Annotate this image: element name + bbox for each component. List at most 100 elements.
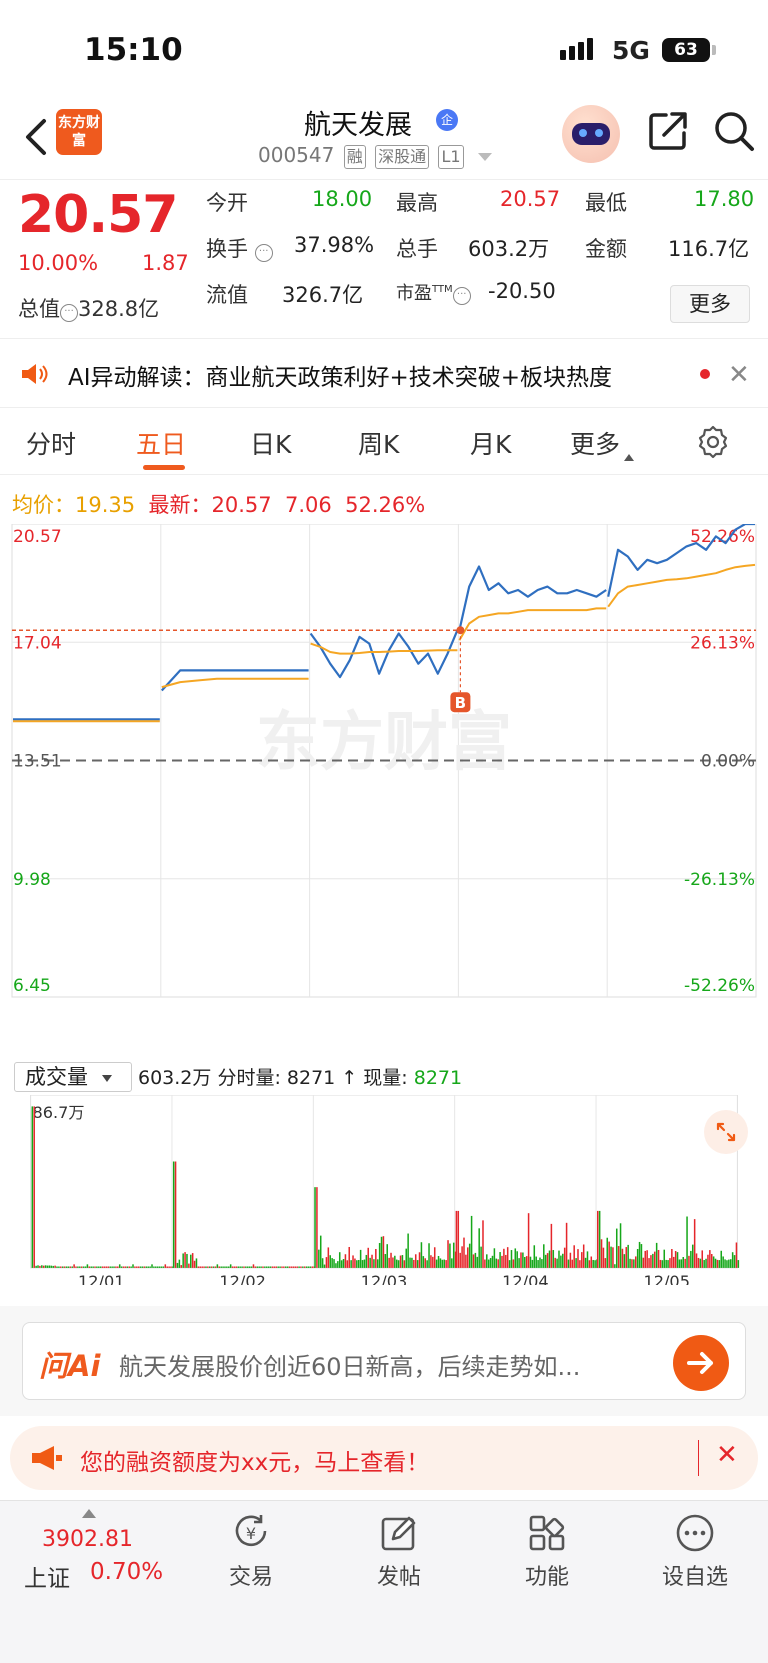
search-icon[interactable] xyxy=(712,109,756,153)
volume-bar xyxy=(646,1250,648,1268)
tab-weekly-k[interactable]: 周K xyxy=(358,425,399,461)
tag-margin: 融 xyxy=(343,145,366,169)
trade-button[interactable]: ¥ 交易 xyxy=(206,1511,296,1591)
back-icon[interactable] xyxy=(18,117,58,157)
volume-bar xyxy=(258,1266,260,1268)
change-percent: 10.00% xyxy=(18,251,99,275)
volume-bar xyxy=(139,1266,142,1268)
volume-bar xyxy=(728,1259,730,1268)
volume-bar xyxy=(480,1246,482,1268)
volume-bar xyxy=(487,1259,490,1268)
volume-bar xyxy=(273,1266,276,1268)
divider xyxy=(698,1440,699,1476)
volume-bar xyxy=(58,1266,60,1268)
more-dots-icon xyxy=(676,1514,714,1552)
post-button[interactable]: 发帖 xyxy=(354,1511,444,1591)
avg-label: 均价： xyxy=(12,493,75,517)
volume-bar xyxy=(541,1259,543,1268)
volume-bar xyxy=(218,1266,221,1268)
volume-bar xyxy=(420,1242,423,1268)
volume-bar xyxy=(621,1248,624,1268)
expand-icon[interactable] xyxy=(704,1110,748,1154)
five-day-price-chart[interactable]: 东方财富 20.57 17.04 13.51 9.98 6.45 52.26% 26.13% 0… xyxy=(0,524,768,1064)
volume-bar xyxy=(397,1260,400,1268)
tab-monthly-k[interactable]: 月K xyxy=(470,425,511,461)
margin-promo-banner[interactable]: 您的融资额度为xx元，马上查看！ ✕ xyxy=(10,1426,758,1490)
volume-bar xyxy=(707,1254,709,1268)
close-icon[interactable]: ✕ xyxy=(728,360,750,390)
volume-bar xyxy=(82,1266,85,1268)
volume-bar xyxy=(229,1264,232,1268)
volume-bar xyxy=(201,1266,203,1268)
volume-bar xyxy=(535,1256,537,1268)
volume-bar xyxy=(554,1257,556,1268)
share-icon[interactable] xyxy=(646,109,690,153)
index-name[interactable]: 上证 xyxy=(24,1559,70,1593)
volume-header: 成交量 603.2万 分时量: 8271 ↑ 现量: 8271 xyxy=(14,1062,462,1092)
info-icon[interactable]: ··· xyxy=(60,304,78,322)
volume-chart[interactable]: 86.7万 12/01 12/02 12/03 12/04 12/05 xyxy=(0,1095,768,1285)
volume-bar xyxy=(537,1260,539,1268)
average-line xyxy=(310,642,458,655)
volume-bar xyxy=(640,1244,643,1268)
x-axis-label: 12/03 xyxy=(361,1272,408,1285)
volume-bar xyxy=(153,1266,155,1268)
volume-bar xyxy=(266,1266,268,1268)
volume-bar xyxy=(96,1266,98,1268)
float-value: 326.7亿 xyxy=(282,283,364,307)
volume-bar xyxy=(634,1256,637,1268)
volume-bar xyxy=(37,1265,39,1268)
volume-bar xyxy=(182,1253,184,1268)
volume-bar xyxy=(256,1266,259,1268)
volume-bar xyxy=(309,1266,312,1268)
volume-bar xyxy=(432,1256,434,1268)
volume-bar xyxy=(151,1264,153,1268)
signal-icon xyxy=(560,38,596,60)
volume-bar xyxy=(356,1260,358,1268)
volume-bar xyxy=(158,1266,161,1268)
volume-bar xyxy=(676,1252,679,1268)
volume-bar xyxy=(548,1250,551,1268)
ai-assistant-avatar[interactable] xyxy=(562,105,620,163)
volume-bar xyxy=(279,1266,281,1268)
volume-bar xyxy=(699,1258,702,1268)
volume-bar xyxy=(716,1259,719,1268)
volume-bar xyxy=(388,1257,390,1268)
volume-indicator-select[interactable]: 成交量 xyxy=(14,1062,132,1092)
gear-icon[interactable] xyxy=(696,425,730,459)
more-button[interactable]: 更多 xyxy=(670,285,750,323)
ai-insight-banner[interactable]: AI异动解读：商业航天政策利好+技术突破+板块热度 ✕ xyxy=(0,340,768,408)
ask-ai-box[interactable]: 问Ai 航天发展股价创近60日新高，后续走势如... xyxy=(22,1322,746,1400)
volume-bar xyxy=(486,1254,488,1268)
arrow-right-icon[interactable] xyxy=(673,1335,729,1391)
bottom-toolbar: 3902.81 上证 0.70% ¥ 交易 发帖 功能 设自选 xyxy=(0,1500,768,1663)
volume-bar xyxy=(164,1264,167,1268)
features-button[interactable]: 功能 xyxy=(502,1511,592,1591)
tab-intraday[interactable]: 分时 xyxy=(26,425,76,461)
index-pct[interactable]: 0.70% xyxy=(90,1559,163,1585)
top-nav: 东方财富 航天发展 企 000547 融 深股通 L1 xyxy=(0,95,768,180)
close-icon[interactable]: ✕ xyxy=(716,1440,738,1470)
volume-bar xyxy=(285,1266,287,1268)
volume-bar xyxy=(720,1250,723,1268)
volume-bar xyxy=(701,1250,704,1268)
info-icon[interactable]: ··· xyxy=(254,244,273,262)
tab-five-day[interactable]: 五日 xyxy=(136,425,186,461)
tab-more[interactable]: 更多 xyxy=(570,425,635,461)
average-price-row: 均价：19.35 最新：20.57 7.06 52.26% xyxy=(12,489,425,519)
volume-bar xyxy=(395,1259,398,1268)
volume-bar xyxy=(214,1266,217,1268)
info-icon[interactable]: ··· xyxy=(452,287,471,305)
volume-bar xyxy=(461,1246,463,1268)
volume-bar xyxy=(602,1247,605,1268)
add-watchlist-button[interactable]: 设自选 xyxy=(650,1511,740,1591)
tab-daily-k[interactable]: 日K xyxy=(250,425,291,461)
index-value[interactable]: 3902.81 xyxy=(42,1527,133,1552)
volume-bar xyxy=(648,1258,650,1268)
volume-now-label: 现量: xyxy=(363,1067,408,1089)
volume-bar xyxy=(300,1266,302,1268)
volume-bar xyxy=(141,1266,144,1268)
volume-bar xyxy=(254,1266,257,1268)
app-logo: 东方财富 xyxy=(56,109,102,155)
stock-code-row[interactable]: 000547 融 深股通 L1 xyxy=(258,143,492,169)
